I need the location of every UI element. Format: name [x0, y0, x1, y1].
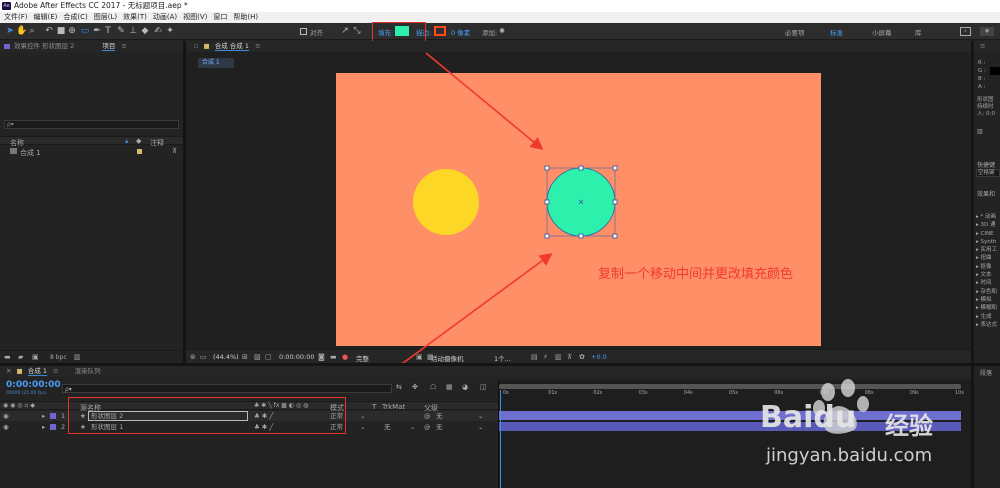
- color-preview-swatch: [990, 67, 1000, 75]
- av-features-icons[interactable]: ◉ ◉ ◎ ▫ ◆: [3, 402, 35, 409]
- info-duration: 持续时: [977, 104, 994, 110]
- info-shape-name: 形状图: [977, 97, 994, 103]
- layer-label-color[interactable]: [50, 413, 56, 419]
- layer-trkmat[interactable]: 无: [384, 423, 391, 431]
- visibility-icon[interactable]: ◉: [3, 423, 9, 431]
- effect-label: 生成: [980, 313, 992, 320]
- ruler-tick-label: 0s: [503, 390, 509, 396]
- layer-parent[interactable]: 无: [436, 423, 443, 431]
- shy-layers-icon[interactable]: ☖: [430, 383, 436, 391]
- layer-highlight-box: [68, 397, 346, 434]
- effect-label: 杂色和: [980, 288, 998, 295]
- effect-label: 模拟: [980, 296, 992, 303]
- effect-category[interactable]: ▸ 模拟: [976, 296, 997, 304]
- effect-label: 模糊和: [980, 305, 998, 312]
- effect-label: 3D 通: [980, 222, 996, 229]
- tab-render-queue[interactable]: 渲染队列: [75, 367, 101, 375]
- effect-category[interactable]: ▸ 扭曲: [976, 254, 997, 262]
- effect-category[interactable]: ▸ 模糊和: [976, 304, 997, 312]
- layer-parent[interactable]: 无: [436, 412, 443, 420]
- effect-category[interactable]: ▸ 抠像: [976, 263, 997, 271]
- ruler-tick-label: 01s: [548, 390, 558, 396]
- trkmat-dropdown-icon[interactable]: ⌄: [410, 423, 415, 431]
- timeline-menu-icon[interactable]: ≡: [53, 367, 58, 375]
- mode-dropdown-icon[interactable]: ⌄: [360, 423, 365, 431]
- layer-number: 1: [61, 412, 66, 420]
- col-t[interactable]: T: [372, 403, 376, 411]
- info-g: G :: [978, 68, 986, 74]
- info-shape: 形状图 持续时 入: 0:0: [977, 97, 995, 118]
- pickwhip-icon[interactable]: @: [424, 423, 431, 431]
- expand-icon[interactable]: ▸: [42, 423, 45, 431]
- info-panel-header: ≡: [974, 41, 1000, 52]
- timeline-timecode[interactable]: 0:00:00:00: [6, 380, 61, 390]
- tab-paragraph[interactable]: 段落: [980, 368, 992, 377]
- ruler-tick-label: 02s: [593, 390, 603, 396]
- effect-label: 实用工: [980, 247, 998, 254]
- effect-label: 时间: [980, 280, 992, 287]
- ruler-tick-label: 03s: [638, 390, 648, 396]
- timeline-comp-icon: ■: [16, 367, 23, 375]
- tab-timeline-comp[interactable]: 合成 1: [27, 367, 47, 376]
- layer-label-color[interactable]: [50, 424, 56, 430]
- watermark-brand: Baidu: [760, 400, 857, 435]
- right-panel: ≡ R : G : B : A : 形状图 持续时 入: 0:0 ▥ 快捷键 空…: [974, 41, 1000, 363]
- comp-mini-flowchart-icon[interactable]: ⇆: [396, 383, 402, 391]
- effect-category[interactable]: ▸ 实用工: [976, 246, 997, 254]
- info-in: 入: 0:0: [977, 111, 995, 117]
- effect-category[interactable]: ▸ 表达式: [976, 321, 997, 329]
- playhead[interactable]: [500, 390, 501, 488]
- arrow-to-circle: [425, 52, 544, 151]
- info-r: R :: [978, 60, 986, 66]
- effect-label: 扭曲: [980, 255, 992, 262]
- watermark-brand-cn: 经验: [885, 412, 933, 440]
- info-a: A :: [978, 84, 986, 90]
- mode-dropdown-icon[interactable]: ⌄: [360, 412, 365, 420]
- effect-label: * 动画: [980, 214, 997, 220]
- ruler-tick-label: 04s: [683, 390, 693, 396]
- effect-category[interactable]: ▸ 时间: [976, 279, 997, 287]
- frame-blending-icon[interactable]: ▦: [446, 383, 453, 391]
- effect-category[interactable]: ▸ * 动画: [976, 213, 997, 221]
- visibility-icon[interactable]: ◉: [3, 412, 9, 420]
- timeline-header: ✕ ■ 合成 1 ≡ 渲染队列: [0, 366, 971, 377]
- info-rgba: R : G : B : A :: [978, 59, 986, 91]
- motion-blur-icon[interactable]: ◕: [462, 383, 468, 391]
- audio-icon[interactable]: ▥: [977, 128, 983, 135]
- effect-category[interactable]: ▸ 文本: [976, 271, 997, 279]
- effects-list: ▸ * 动画 ▸ 3D 通 ▸ CINE ▸ Synth ▸ 实用工 ▸ 扭曲 …: [976, 213, 997, 329]
- effect-category[interactable]: ▸ CINE: [976, 230, 997, 238]
- effect-label: 抠像: [980, 263, 992, 270]
- shortcut-dropdown[interactable]: 空格键: [976, 169, 1000, 177]
- close-tab-icon[interactable]: ✕: [6, 367, 11, 375]
- shortcut-section: 快捷键: [977, 162, 996, 169]
- effect-category[interactable]: ▸ Synth: [976, 238, 997, 246]
- parent-dropdown-icon[interactable]: ⌄: [478, 423, 483, 431]
- effect-category[interactable]: ▸ 杂色和: [976, 288, 997, 296]
- effect-category[interactable]: ▸ 生成: [976, 313, 997, 321]
- pickwhip-icon[interactable]: @: [424, 412, 431, 420]
- layer-number: 2: [61, 423, 66, 431]
- effect-category[interactable]: ▸ 3D 通: [976, 221, 997, 229]
- effects-section: 效果和: [977, 191, 996, 198]
- watermark-url: jingyan.baidu.com: [766, 445, 933, 466]
- expand-icon[interactable]: ▸: [42, 412, 45, 420]
- effect-label: Synth: [980, 238, 997, 245]
- baidu-watermark: Baidu 经验 jingyan.baidu.com: [760, 378, 990, 488]
- effect-label: 文本: [980, 272, 992, 279]
- effect-label: 表达式: [980, 321, 998, 328]
- draft-3d-icon[interactable]: ✤: [412, 383, 418, 391]
- parent-dropdown-icon[interactable]: ⌄: [478, 412, 483, 420]
- graph-editor-icon[interactable]: ◫: [480, 383, 487, 391]
- effect-label: CINE: [980, 230, 994, 237]
- col-trkmat[interactable]: TrkMat: [382, 403, 405, 411]
- timeline-search-input[interactable]: ρ▾: [62, 384, 392, 393]
- info-b: B :: [978, 76, 986, 82]
- ruler-tick-label: 05s: [729, 390, 738, 396]
- timeline-fps: 00000 (25.00 fps): [6, 391, 47, 396]
